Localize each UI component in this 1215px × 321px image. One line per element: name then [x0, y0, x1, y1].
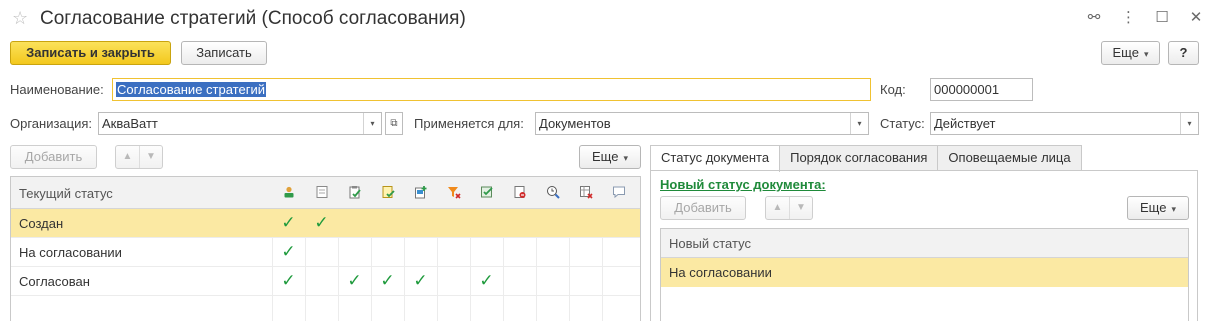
open-organization-icon[interactable]: ⧉ — [385, 112, 403, 135]
link-icon[interactable]: ⚯ — [1087, 10, 1101, 26]
document-edit-icon — [349, 186, 361, 199]
caret-down-icon: ▾ — [1171, 204, 1176, 214]
col-document[interactable] — [305, 177, 338, 208]
window-controls: ⚯ ⋮ ☐ ✕ — [1087, 10, 1203, 26]
check-icon: ✓ — [380, 271, 395, 290]
document-add-icon — [414, 186, 426, 199]
save-and-close-button[interactable]: Записать и закрыть — [10, 41, 171, 65]
more-label: Еще — [1112, 45, 1139, 60]
check-icon: ✓ — [314, 213, 329, 232]
move-down-icon[interactable]: ▼ — [139, 146, 162, 168]
col-document-check[interactable] — [470, 177, 503, 208]
status-field[interactable]: Действует ▾ — [930, 112, 1199, 135]
applies-to-label: Применяется для: — [414, 116, 524, 131]
col-document-cancel[interactable] — [503, 177, 536, 208]
organization-label: Организация: — [10, 116, 93, 131]
filter-remove-icon — [447, 187, 461, 199]
col-filter-remove[interactable] — [437, 177, 470, 208]
right-move-buttons: ▲ ▼ — [765, 196, 813, 220]
more-button[interactable]: Еще ▾ — [1101, 41, 1160, 65]
window-title: Согласование стратегий (Способ согласова… — [40, 8, 466, 29]
clock-search-icon — [546, 186, 560, 199]
document-icon — [316, 186, 327, 198]
applies-to-field[interactable]: Документов ▾ — [535, 112, 869, 135]
add-status-button[interactable]: Добавить — [10, 145, 97, 169]
status-table-header: Текущий статус — [11, 177, 640, 209]
current-status-cell: Согласован — [19, 274, 90, 289]
status-label: Статус: — [880, 116, 925, 131]
close-icon[interactable]: ✕ — [1189, 10, 1203, 26]
check-icon: ✓ — [281, 271, 296, 290]
add-new-status-button[interactable]: Добавить — [660, 196, 746, 220]
check-icon: ✓ — [281, 242, 296, 261]
col-document-add[interactable] — [404, 177, 437, 208]
col-clock-search[interactable] — [536, 177, 569, 208]
tab-notified-persons[interactable]: Оповещаемые лица — [937, 145, 1082, 171]
table-delete-icon — [579, 186, 593, 199]
document-cancel-icon — [514, 186, 525, 198]
col-document-approve[interactable] — [371, 177, 404, 208]
new-status-table: Новый статус На согласовании — [660, 228, 1189, 321]
document-approve-icon — [382, 186, 395, 198]
applies-to-value: Документов — [539, 116, 611, 131]
move-up-icon[interactable]: ▲ — [766, 197, 789, 219]
caret-down-icon: ▾ — [623, 153, 628, 163]
tab-document-status[interactable]: Статус документа — [650, 145, 781, 172]
organization-value: АкваВатт — [102, 116, 158, 131]
col-table-delete[interactable] — [569, 177, 602, 208]
more-label: Еще — [1140, 200, 1167, 215]
col-document-edit[interactable] — [338, 177, 371, 208]
table-row[interactable]: Создан ✓ ✓ — [11, 209, 640, 238]
name-value: Согласование стратегий — [116, 82, 266, 97]
table-row[interactable]: На согласовании ✓ — [11, 238, 640, 267]
check-icon: ✓ — [281, 213, 296, 232]
caret-down-icon: ▾ — [1143, 49, 1149, 59]
current-status-cell: На согласовании — [19, 245, 122, 260]
new-status-table-header: Новый статус — [661, 229, 1188, 258]
move-buttons: ▲ ▼ — [115, 145, 163, 169]
table-row[interactable]: Согласован ✓ ✓ ✓ ✓ ✓ — [11, 267, 640, 296]
save-button[interactable]: Записать — [181, 41, 267, 65]
tab-bar: Статус документа Порядок согласования Оп… — [650, 145, 1082, 172]
chevron-down-icon[interactable]: ▾ — [850, 113, 868, 134]
left-more-button[interactable]: Еще ▾ — [579, 145, 641, 169]
right-more-button[interactable]: Еще ▾ — [1127, 196, 1189, 220]
code-value: 000000001 — [934, 82, 1000, 97]
check-icon: ✓ — [413, 271, 428, 290]
name-label: Наименование: — [10, 82, 104, 97]
col-user[interactable] — [272, 177, 305, 208]
user-icon — [284, 186, 293, 198]
help-button[interactable]: ? — [1168, 41, 1199, 65]
current-status-cell: Создан — [19, 216, 64, 231]
organization-field[interactable]: АкваВатт ▾ — [98, 112, 382, 135]
move-down-icon[interactable]: ▼ — [789, 197, 812, 219]
check-icon: ✓ — [347, 271, 362, 290]
name-field[interactable]: Согласование стратегий — [112, 78, 871, 101]
status-table: Текущий статус Создан ✓ ✓ На согласовани… — [10, 176, 641, 321]
table-row[interactable]: На согласовании — [661, 258, 1188, 287]
comment-icon — [612, 186, 625, 199]
chevron-down-icon[interactable]: ▾ — [363, 113, 381, 134]
more-label: Еще — [592, 149, 619, 164]
tab-approval-order[interactable]: Порядок согласования — [779, 145, 939, 171]
new-status-value: На согласовании — [669, 265, 772, 280]
col-comment[interactable] — [602, 177, 635, 208]
document-check-icon — [480, 186, 493, 198]
code-field[interactable]: 000000001 — [930, 78, 1033, 101]
move-up-icon[interactable]: ▲ — [116, 146, 139, 168]
new-status-section-link[interactable]: Новый статус документа: — [660, 177, 826, 192]
chevron-down-icon[interactable]: ▾ — [1180, 113, 1198, 134]
column-header-current-status[interactable]: Текущий статус — [19, 186, 113, 201]
check-icon: ✓ — [479, 271, 494, 290]
code-label: Код: — [880, 82, 906, 97]
favorite-star-icon[interactable]: ☆ — [12, 9, 28, 27]
title-bar: ☆ Согласование стратегий (Способ согласо… — [0, 0, 1215, 38]
maximize-icon[interactable]: ☐ — [1155, 10, 1169, 26]
status-value: Действует — [934, 116, 996, 131]
column-header-new-status[interactable]: Новый статус — [669, 236, 751, 251]
more-vertical-icon[interactable]: ⋮ — [1121, 10, 1136, 26]
